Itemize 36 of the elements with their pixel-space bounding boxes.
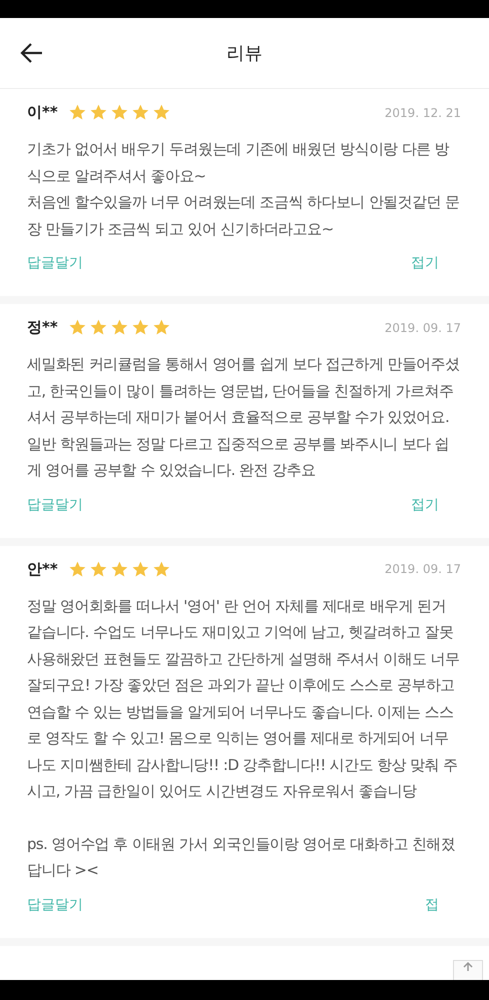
collapse-link[interactable]: 접기 bbox=[411, 254, 439, 272]
review-date: 2019. 09. 17 bbox=[384, 562, 461, 576]
up-arrow-icon bbox=[462, 961, 474, 971]
back-arrow-icon[interactable] bbox=[20, 41, 44, 65]
collapse-link[interactable]: 접기 bbox=[411, 496, 439, 514]
review-text: 정말 영어회화를 떠나서 '영어' 란 언어 자체를 제대로 배우게 된거 같습니다. 수업도 너무나도 재미있고 기억에 남고, 헷갈려하고 잘못 사용해왔던 표현들도 깔끔하고 간단하게 설명해 주셔서 이해도 너무 잘되구요! 가장 좋았던 점은 과외가 끝난 이후에도 스스로 공부하고 연습할 수 있는 방법들을 알게되어 너무나도 좋습니다. 이제는 스스로 영작도 할 수 있고! 몸으로 익히는 영어를 제대로 하게되어 너무나도 지미쌤한테 감사합니당!! :D 강추합니다!! 시간도 항상 맞춰 주시고, 가끔 급한일이 있어도 시간변경도 자유로워서 좋습니당 bbox=[27, 596, 460, 802]
review-date: 2019. 12. 21 bbox=[384, 106, 461, 120]
star-icon bbox=[130, 560, 150, 578]
star-icon bbox=[88, 103, 108, 122]
reviewer-name: 이** bbox=[27, 103, 58, 122]
star-icon bbox=[130, 318, 150, 337]
reply-link[interactable]: 답글달기 bbox=[27, 254, 83, 272]
star-icon bbox=[110, 318, 129, 337]
star-icon bbox=[88, 560, 108, 578]
page-title: 리뷰 bbox=[226, 42, 262, 65]
star-icon bbox=[152, 560, 171, 578]
review-date: 2019. 09. 17 bbox=[384, 320, 461, 334]
star-icon bbox=[68, 560, 87, 578]
review-text: 처음엔 할수있을까 너무 어려웠는데 조금씩 하다보니 안될것같던 문장 만들기가 조금씩 되고 있어 신기하더라고요~ bbox=[27, 192, 460, 240]
star-icon bbox=[152, 103, 171, 122]
star-icon bbox=[110, 103, 129, 122]
review-text: 세밀화된 커리큘럼을 통해서 영어를 쉽게 보다 접근하게 만들어주셨고, 한국인들이 많이 틀려하는 영문법, 단어들을 친절하게 가르쳐주셔서 공부하는데 재미가 붙어서 효율적으로 공부할 수가 있었어요. 일반 학원들과는 정말 다르고 집중적으로 공부를 봐주시니 보다 쉽게 영어를 공부할 수 있었습니다. 완전 강추요 bbox=[27, 354, 460, 481]
star-icon bbox=[152, 318, 171, 337]
scroll-top-button[interactable] bbox=[453, 960, 483, 980]
reply-link[interactable]: 답글달기 bbox=[27, 496, 83, 514]
reviewer-name: 안** bbox=[27, 560, 58, 578]
reviewer-name: 정** bbox=[27, 318, 58, 337]
star-icon bbox=[110, 560, 129, 578]
star-icon bbox=[68, 318, 87, 337]
star-icon bbox=[68, 103, 87, 122]
collapse-link[interactable]: 접 bbox=[425, 896, 439, 914]
star-icon bbox=[130, 103, 150, 122]
review-text: ps. 영어수업 후 이태원 가서 외국인들이랑 영어로 대화하고 친해졌답니다 >< bbox=[27, 834, 456, 881]
review-text: 기초가 없어서 배우기 두려웠는데 기존에 배웠던 방식이랑 다른 방식으로 알려주셔서 좋아요~ bbox=[27, 139, 450, 186]
reply-link[interactable]: 답글달기 bbox=[27, 896, 83, 914]
star-icon bbox=[88, 318, 108, 337]
